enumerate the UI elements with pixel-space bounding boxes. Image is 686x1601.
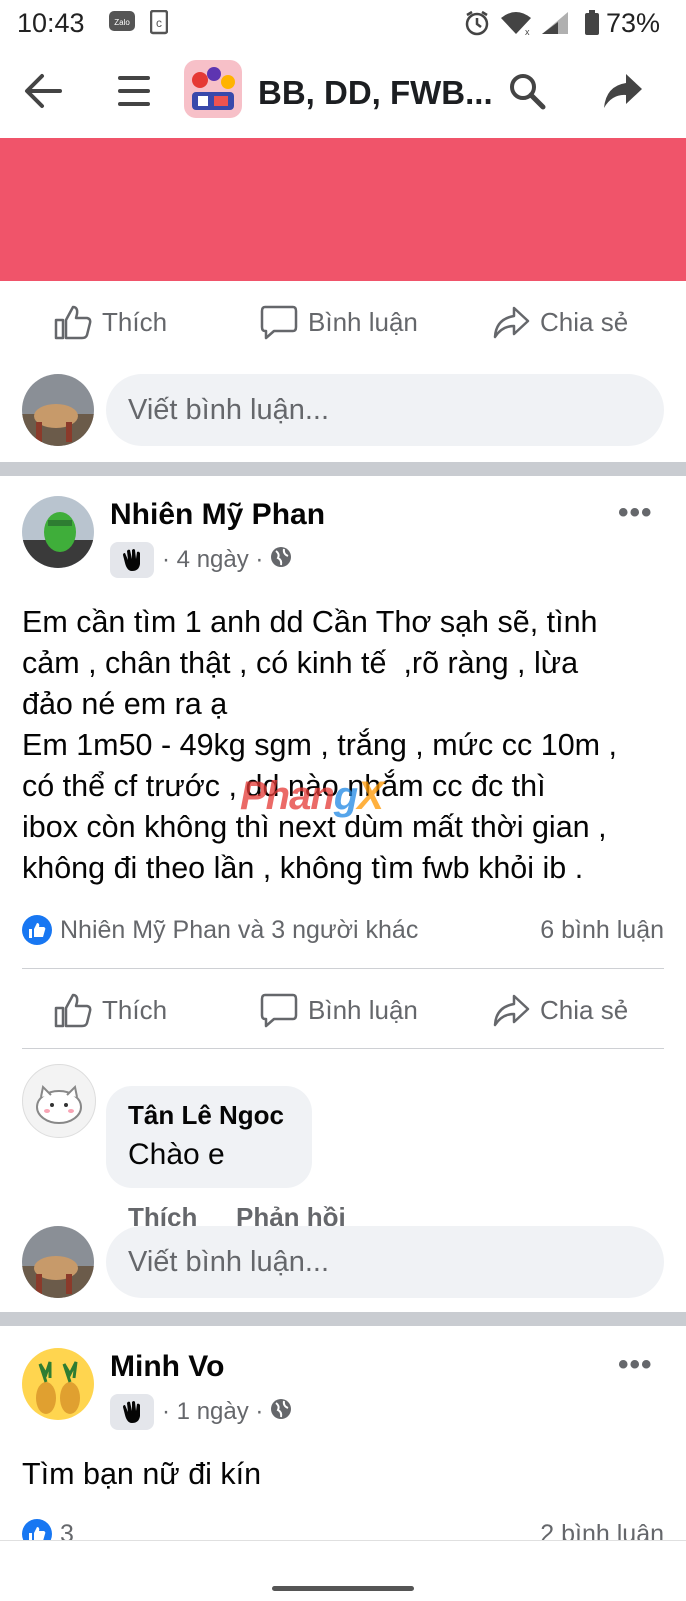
like-button[interactable]: Thích: [54, 968, 167, 1052]
comment-bubble-icon: [260, 993, 298, 1028]
post-separator: [0, 462, 686, 476]
share-button[interactable]: Chia sẻ: [492, 280, 628, 364]
comment-author[interactable]: Tân Lê Ngoc: [128, 1100, 284, 1131]
share-label: Chia sẻ: [540, 994, 629, 1025]
arrow-left-icon[interactable]: [22, 70, 64, 117]
post-author[interactable]: Minh Vo: [110, 1350, 224, 1384]
svg-text:x: x: [525, 27, 530, 36]
comment-bubble-icon: [260, 305, 298, 340]
share-icon: [493, 306, 530, 339]
reaction-summary[interactable]: Nhiên Mỹ Phan và 3 người khác: [22, 912, 418, 948]
comment-input[interactable]: [106, 374, 664, 446]
zalo-icon: Zalo: [108, 10, 136, 39]
comment-label: Bình luận: [308, 306, 418, 337]
comment-count[interactable]: 6 bình luận: [540, 916, 664, 945]
system-nav-bar: [0, 1540, 686, 1601]
group-avatar-icon[interactable]: [184, 60, 242, 123]
signal-icon: [540, 10, 570, 41]
alarm-icon: [464, 10, 490, 41]
avatar[interactable]: [22, 1064, 96, 1138]
comment-bubble[interactable]: Tân Lê Ngoc Chào e: [106, 1086, 312, 1188]
status-time: 10:43: [17, 8, 85, 38]
app-bar: BB, DD, FWB...: [0, 46, 686, 139]
thumbs-up-icon: [54, 993, 92, 1028]
like-button[interactable]: Thích: [54, 280, 167, 364]
battery-percent: 73%: [606, 8, 661, 38]
share-button[interactable]: Chia sẻ: [492, 968, 628, 1052]
action-row: Thích Bình luận Chia sẻ: [0, 968, 686, 1052]
battery-icon: [584, 10, 600, 41]
like-label: Thích: [102, 306, 168, 337]
share-arrow-icon[interactable]: [602, 72, 644, 115]
post-separator: [0, 1312, 686, 1326]
gesture-handle[interactable]: [272, 1586, 414, 1591]
comment-text: Chào e: [128, 1138, 225, 1171]
waving-hand-icon: [110, 1394, 154, 1430]
status-bar: 10:43 Zalo c x 73%: [0, 0, 686, 46]
group-title[interactable]: BB, DD, FWB...: [258, 74, 493, 112]
media-banner[interactable]: [0, 138, 686, 281]
post-author[interactable]: Nhiên Mỹ Phan: [110, 498, 325, 532]
hamburger-icon[interactable]: [118, 74, 150, 113]
post-time[interactable]: 4 ngày: [177, 546, 249, 574]
comment-button[interactable]: Bình luận: [260, 968, 418, 1052]
action-row: Thích Bình luận Chia sẻ: [0, 280, 686, 364]
post-time[interactable]: 1 ngày: [177, 1398, 249, 1426]
svg-text:c: c: [156, 16, 162, 30]
globe-icon: [270, 1398, 292, 1427]
like-label: Thích: [102, 994, 168, 1025]
reaction-names: Nhiên Mỹ Phan và 3 người khác: [60, 915, 419, 944]
comment-label: Bình luận: [308, 994, 418, 1025]
globe-icon: [270, 546, 292, 575]
avatar[interactable]: [22, 496, 94, 568]
post-body: Tìm bạn nữ đi kín: [22, 1457, 262, 1491]
post-meta: · 1 ngày ·: [110, 1394, 292, 1430]
search-icon[interactable]: [508, 72, 546, 115]
avatar[interactable]: [22, 1226, 94, 1298]
more-options-button[interactable]: •••: [618, 496, 653, 530]
wifi-icon: x: [500, 10, 532, 41]
svg-text:Zalo: Zalo: [114, 18, 130, 27]
avatar[interactable]: [22, 1348, 94, 1420]
post-meta: · 4 ngày ·: [110, 542, 292, 578]
share-icon: [493, 994, 530, 1027]
thumbs-up-icon: [54, 305, 92, 340]
post-body: Em cần tìm 1 anh dd Cần Thơ sạh sẽ, tình…: [22, 605, 618, 885]
like-reaction-icon: [22, 915, 52, 945]
watermark-logo: PhangX: [240, 774, 384, 818]
share-label: Chia sẻ: [540, 306, 629, 337]
comment-button[interactable]: Bình luận: [260, 280, 418, 364]
divider: [22, 1048, 664, 1049]
comment-input[interactable]: [106, 1226, 664, 1298]
more-options-button[interactable]: •••: [618, 1348, 653, 1382]
waving-hand-icon: [110, 542, 154, 578]
avatar[interactable]: [22, 374, 94, 446]
notification-icon: c: [149, 9, 169, 41]
